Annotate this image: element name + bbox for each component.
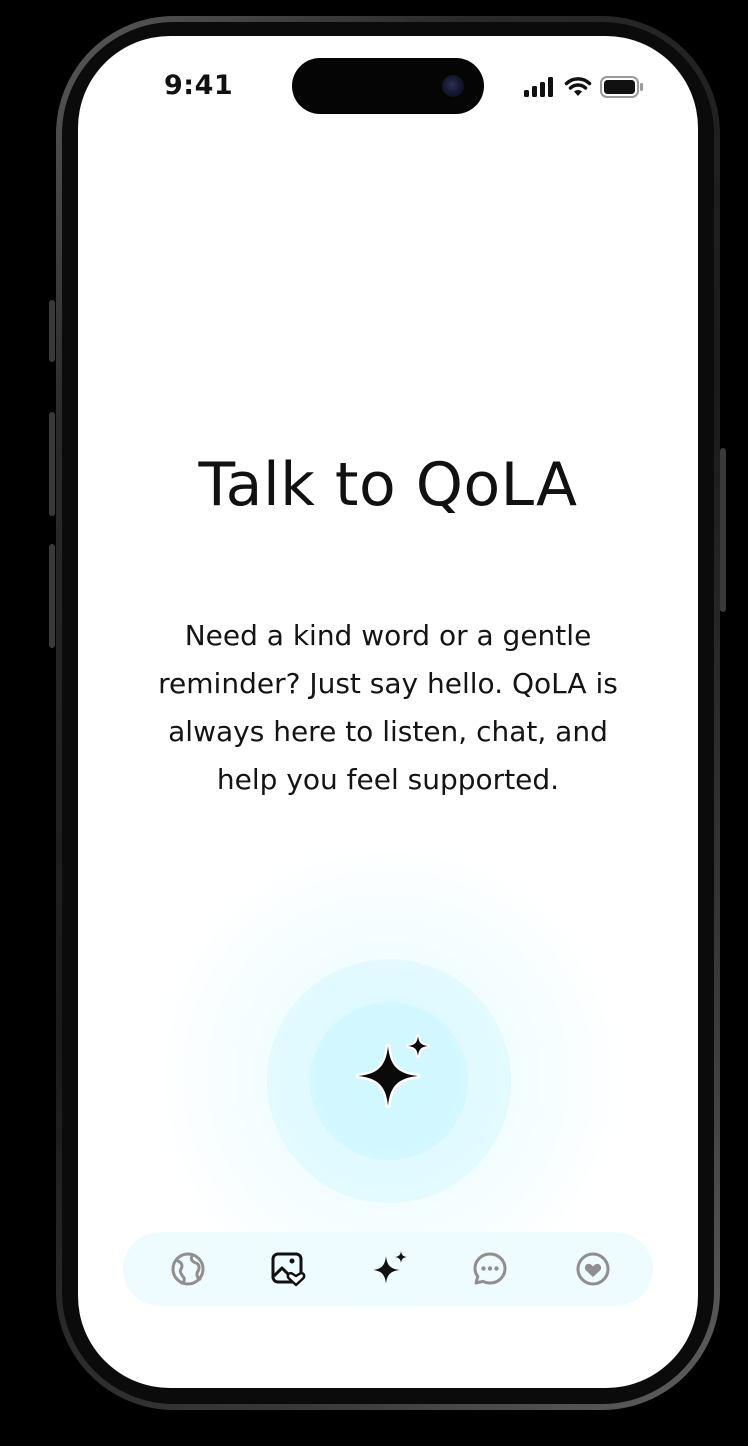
tab-messages[interactable] xyxy=(467,1246,513,1292)
power-button xyxy=(720,448,726,612)
signal-icon xyxy=(524,77,553,97)
volume-down-button xyxy=(49,544,55,648)
page-description: Need a kind word or a gentle reminder? J… xyxy=(158,619,618,796)
sparkle-icon xyxy=(355,1034,430,1109)
dynamic-island xyxy=(292,58,484,114)
chat-bubble-icon xyxy=(473,1252,507,1285)
front-camera-icon xyxy=(442,75,464,97)
app-screen: 9:41 Talk to QoLA Need a kind word or a … xyxy=(78,36,698,1388)
tab-ai-chat[interactable] xyxy=(367,1246,413,1292)
tab-wellbeing[interactable] xyxy=(570,1246,616,1292)
tab-explore[interactable] xyxy=(165,1246,211,1292)
sparkle-icon xyxy=(373,1251,407,1284)
status-icons xyxy=(524,74,644,100)
status-time: 9:41 xyxy=(164,70,234,101)
action-button xyxy=(49,300,55,362)
tab-memories[interactable] xyxy=(265,1246,311,1292)
photo-heart-icon xyxy=(271,1252,306,1287)
page-title: Talk to QoLA xyxy=(198,450,578,520)
volume-up-button xyxy=(49,412,55,516)
bottom-tab-bar xyxy=(123,1232,653,1306)
wifi-icon xyxy=(564,77,592,96)
heart-circle-icon xyxy=(576,1252,610,1286)
globe-icon xyxy=(171,1252,205,1286)
battery-icon xyxy=(600,76,643,98)
